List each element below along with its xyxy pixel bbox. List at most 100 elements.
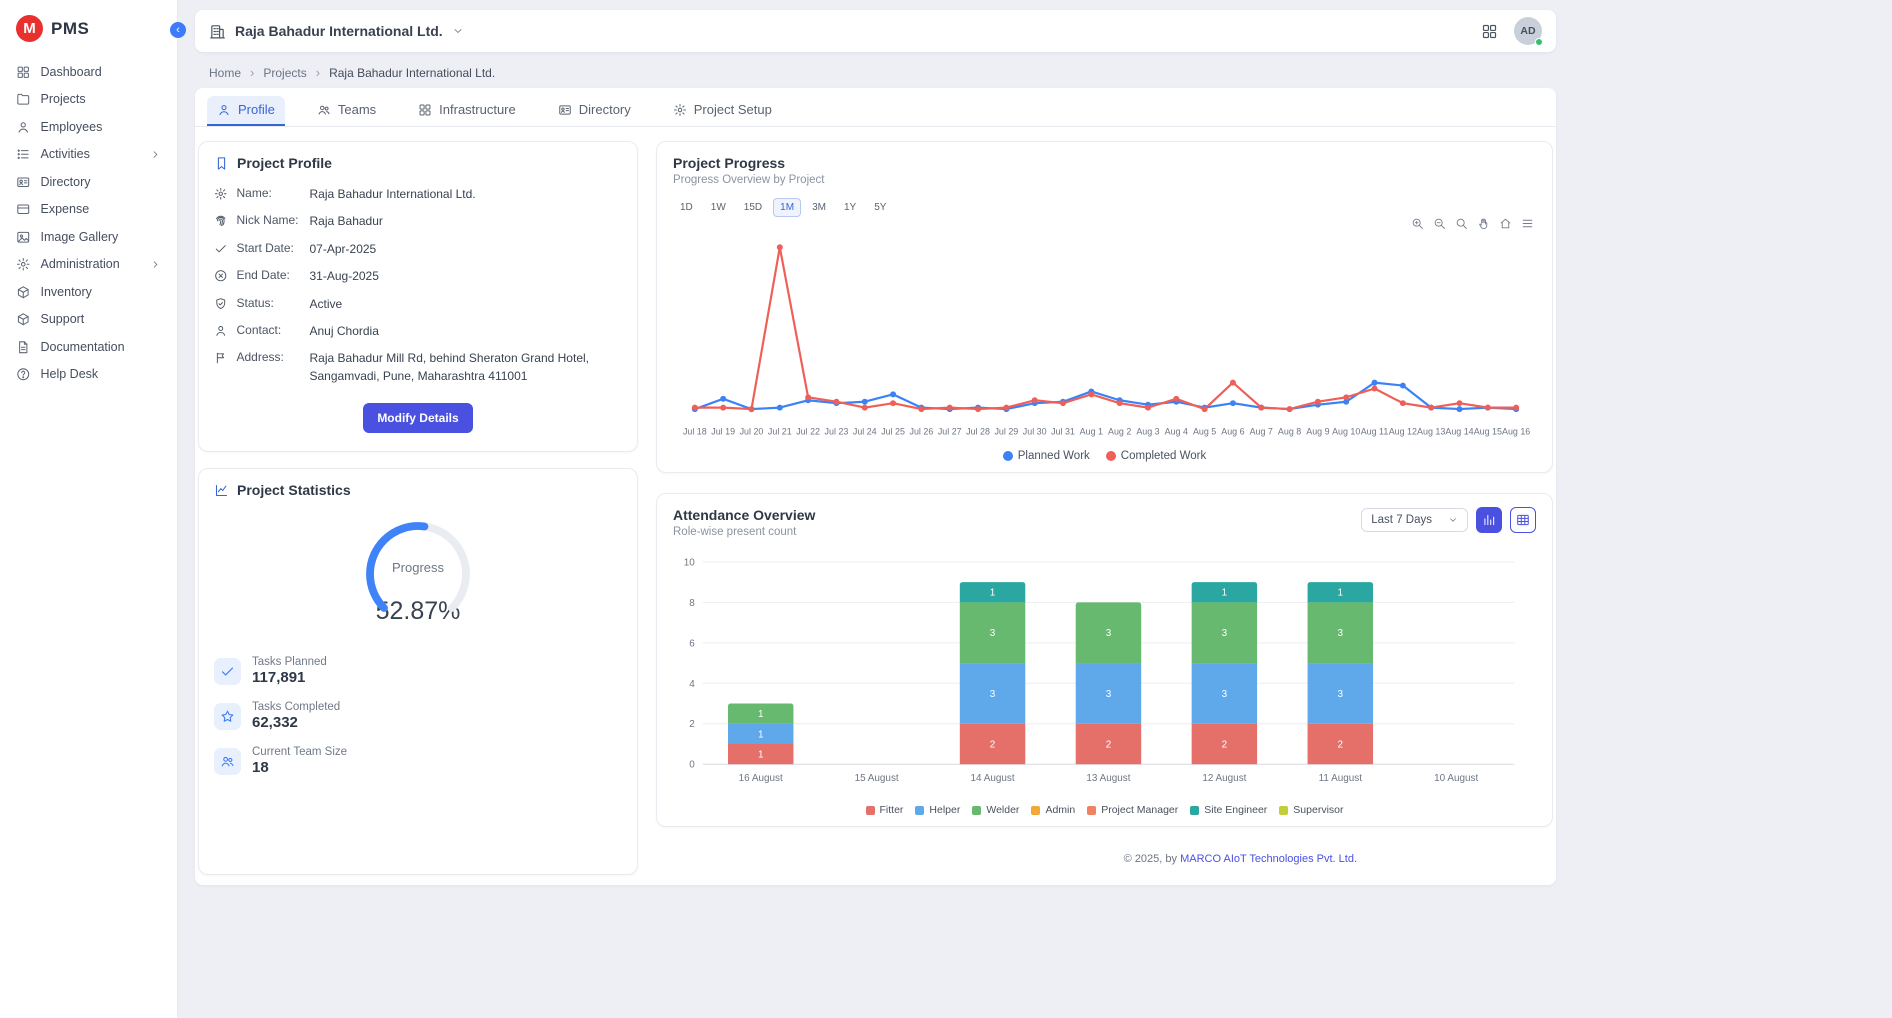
- reset-home-icon[interactable]: [1499, 217, 1512, 230]
- data-point: [1315, 399, 1321, 405]
- project-progress-plot[interactable]: Jul 18Jul 19Jul 20Jul 21Jul 22Jul 23Jul …: [673, 226, 1536, 446]
- legend-item-helper[interactable]: Helper: [915, 804, 960, 816]
- chevron-down-icon[interactable]: [452, 25, 464, 37]
- svg-text:Jul 27: Jul 27: [938, 426, 962, 436]
- stat-value: 117,891: [252, 669, 327, 686]
- brand[interactable]: M PMS: [0, 0, 177, 58]
- field-label: Nick Name:: [237, 213, 301, 227]
- legend-item-planned-work[interactable]: Planned Work: [1003, 450, 1090, 462]
- data-point: [720, 405, 726, 411]
- sidebar-item-administration[interactable]: Administration: [0, 251, 177, 279]
- range-button-1y[interactable]: 1Y: [837, 198, 863, 217]
- sidebar-item-directory[interactable]: Directory: [0, 168, 177, 196]
- sidebar-item-dashboard[interactable]: Dashboard: [0, 58, 177, 86]
- field-label: Name:: [237, 186, 301, 200]
- tab-directory[interactable]: Directory: [548, 96, 641, 126]
- top-header: Raja Bahadur International Ltd. AD: [195, 10, 1556, 52]
- cards-grid: Project Profile Name: Raja Bahadur Intern…: [195, 127, 1556, 879]
- legend-item-admin[interactable]: Admin: [1031, 804, 1075, 816]
- legend-item-completed-work[interactable]: Completed Work: [1106, 450, 1206, 462]
- attendance-plot[interactable]: 024681011116 August15 August233114 Augus…: [673, 548, 1536, 802]
- card-title: Project Progress: [673, 155, 1536, 171]
- sidebar-item-documentation[interactable]: Documentation: [0, 333, 177, 361]
- avatar[interactable]: AD: [1514, 17, 1542, 45]
- building-icon: [209, 23, 226, 40]
- legend-swatch: [1106, 451, 1116, 461]
- tab-label: Directory: [579, 102, 631, 117]
- data-point: [947, 405, 953, 411]
- field-start-date: Start Date:07-Apr-2025: [214, 241, 622, 258]
- range-button-3m[interactable]: 3M: [805, 198, 833, 217]
- svg-text:Jul 31: Jul 31: [1051, 426, 1075, 436]
- sidebar-item-label: Projects: [41, 92, 86, 106]
- tab-label: Infrastructure: [439, 102, 516, 117]
- card-title: Project Statistics: [237, 482, 351, 498]
- tab-profile[interactable]: Profile: [207, 96, 285, 126]
- legend-item-site-engineer[interactable]: Site Engineer: [1190, 804, 1267, 816]
- legend-item-fitter[interactable]: Fitter: [866, 804, 904, 816]
- field-value: Raja Bahadur International Ltd.: [310, 186, 623, 203]
- card-header: Project Statistics: [214, 482, 622, 498]
- breadcrumb-projects[interactable]: Projects: [263, 66, 306, 80]
- bar-chart-icon: [1482, 513, 1496, 527]
- zoom-out-icon[interactable]: [1433, 217, 1446, 230]
- progress-gauge: Progress: [358, 514, 478, 631]
- tab-project-setup[interactable]: Project Setup: [663, 96, 782, 126]
- svg-text:1: 1: [1222, 588, 1228, 599]
- svg-text:Aug 14: Aug 14: [1445, 426, 1473, 436]
- stat-current-team-size: Current Team Size18: [214, 746, 622, 776]
- attendance-titles: Attendance Overview Role-wise present co…: [673, 507, 815, 538]
- table-view-button[interactable]: [1510, 507, 1536, 533]
- chevron-down-icon: [1448, 515, 1458, 525]
- sidebar-item-projects[interactable]: Projects: [0, 86, 177, 114]
- apps-grid-icon[interactable]: [1481, 23, 1498, 40]
- data-point: [1400, 383, 1406, 389]
- sidebar-collapse-button[interactable]: ‹: [170, 22, 186, 38]
- chart-menu-icon[interactable]: [1521, 217, 1534, 230]
- sidebar-item-image-gallery[interactable]: Image Gallery: [0, 223, 177, 251]
- sidebar-item-help-desk[interactable]: Help Desk: [0, 361, 177, 389]
- range-button-1d[interactable]: 1D: [673, 198, 700, 217]
- range-button-15d[interactable]: 15D: [737, 198, 769, 217]
- legend-item-project-manager[interactable]: Project Manager: [1087, 804, 1178, 816]
- sidebar-item-support[interactable]: Support: [0, 306, 177, 334]
- users-icon: [317, 103, 331, 117]
- sidebar-item-label: Directory: [41, 175, 91, 189]
- company-selector[interactable]: Raja Bahadur International Ltd.: [235, 23, 443, 39]
- date-range-select[interactable]: Last 7 Days: [1361, 508, 1468, 532]
- data-point: [1032, 397, 1038, 403]
- breadcrumb-separator: ›: [250, 65, 254, 80]
- legend-item-welder[interactable]: Welder: [972, 804, 1019, 816]
- card-header: Project Profile: [214, 155, 622, 171]
- tab-teams[interactable]: Teams: [307, 96, 386, 126]
- stat-value: 18: [252, 759, 347, 776]
- range-button-1w[interactable]: 1W: [704, 198, 733, 217]
- online-status-dot: [1535, 38, 1543, 46]
- company-link[interactable]: MARCO AIoT Technologies Pvt. Ltd.: [1180, 853, 1357, 865]
- breadcrumb-home[interactable]: Home: [209, 66, 241, 80]
- card-title: Attendance Overview: [673, 507, 815, 523]
- pan-hand-icon[interactable]: [1477, 217, 1490, 230]
- sidebar-item-inventory[interactable]: Inventory: [0, 278, 177, 306]
- sidebar-item-expense[interactable]: Expense: [0, 196, 177, 224]
- sidebar-item-employees[interactable]: Employees: [0, 113, 177, 141]
- legend-item-supervisor[interactable]: Supervisor: [1279, 804, 1343, 816]
- data-point: [1428, 405, 1434, 411]
- fingerprint-icon: [214, 214, 228, 228]
- svg-text:2: 2: [990, 740, 996, 751]
- star-icon: [214, 703, 241, 730]
- selection-zoom-icon[interactable]: [1455, 217, 1468, 230]
- dashboard-icon: [16, 65, 31, 80]
- modify-details-button[interactable]: Modify Details: [363, 403, 472, 433]
- tab-infrastructure[interactable]: Infrastructure: [408, 96, 526, 126]
- range-button-1m[interactable]: 1M: [773, 198, 801, 217]
- project-progress-card: Project Progress Progress Overview by Pr…: [656, 141, 1553, 473]
- data-point: [1400, 400, 1406, 406]
- zoom-in-icon[interactable]: [1411, 217, 1424, 230]
- bar-view-button[interactable]: [1476, 507, 1502, 533]
- data-point: [1485, 405, 1491, 411]
- sidebar-item-activities[interactable]: Activities: [0, 141, 177, 169]
- data-point: [1173, 396, 1179, 402]
- range-button-5y[interactable]: 5Y: [867, 198, 893, 217]
- svg-text:Aug 12: Aug 12: [1389, 426, 1417, 436]
